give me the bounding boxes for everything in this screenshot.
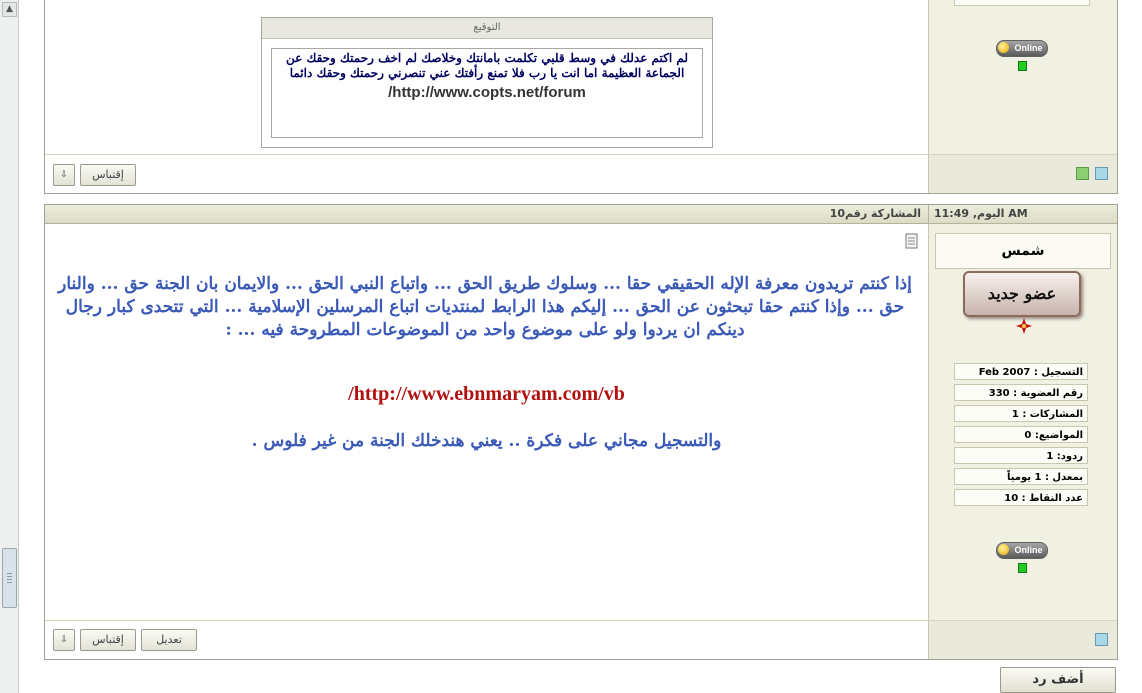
footer-user-area: [928, 621, 1117, 659]
online-dot-icon: [998, 544, 1009, 555]
status-indicator-icon: [1018, 61, 1027, 71]
thumb-grip-line: [7, 576, 12, 577]
signature-body: لم اكتم عدلك في وسط قلبي تكلمت بامانتك و…: [271, 48, 703, 138]
signature-text: لم اكتم عدلك في وسط قلبي تكلمت بامانتك و…: [285, 51, 689, 80]
rank-badge: عضو جديد: [963, 269, 1081, 317]
signature-box: التوقيع لم اكتم عدلك في وسط قلبي تكلمت ب…: [261, 17, 713, 148]
post-footer: ⇩ إقتباس تعديل: [45, 620, 1117, 659]
report-arrow-button[interactable]: ⇩: [53, 164, 75, 186]
thumb-grip-line: [7, 573, 12, 574]
rank-label: عضو جديد: [987, 284, 1057, 303]
vertical-scrollbar[interactable]: ▲: [0, 0, 19, 693]
rank-star-icon: [1016, 318, 1032, 334]
post-footer: ⇩ إقتباس: [45, 154, 1117, 193]
quote-button[interactable]: إقتباس: [80, 629, 136, 651]
post-header: المشاركة رقم10 اليوم, 11:49 AM: [45, 205, 1117, 224]
footer-user-area: [928, 155, 1117, 193]
scrollbar-thumb[interactable]: [2, 548, 17, 608]
post-body-text: إذا كنتم تريدون معرفة الإله الحقيقي حقا …: [58, 274, 912, 340]
online-dot-icon: [998, 42, 1009, 53]
user-stat-box: [954, 0, 1090, 6]
quote-button[interactable]: إقتباس: [80, 164, 136, 186]
online-status-badge: Online: [996, 40, 1048, 57]
stat-replies: ردود: 1: [954, 447, 1088, 464]
rating-icon[interactable]: [1076, 167, 1089, 180]
stat-posts: المشاركات : 1: [954, 405, 1088, 422]
add-reply-button[interactable]: أضف رد: [1000, 667, 1116, 693]
signature-link[interactable]: /http://www.copts.net/forum: [272, 84, 702, 101]
post-document-icon: [905, 233, 918, 249]
post-1: Online التوقيع لم اكتم عدلك في وسط قلبي …: [44, 0, 1118, 194]
stat-topics: المواضيع: 0: [954, 426, 1088, 443]
report-arrow-button[interactable]: ⇩: [53, 629, 75, 651]
online-label: Online: [1014, 43, 1043, 53]
post-2: شمس عضو جديد التسجيل : Feb 2007 رقم العض…: [44, 204, 1118, 660]
online-label: Online: [1014, 545, 1043, 555]
edit-button[interactable]: تعديل: [141, 629, 197, 651]
stat-joined: التسجيل : Feb 2007: [954, 363, 1088, 380]
status-indicator-icon: [1018, 563, 1027, 573]
ip-icon[interactable]: [1095, 167, 1108, 180]
thumb-grip-line: [7, 582, 12, 583]
thumb-grip-line: [7, 579, 12, 580]
stat-daily-rate: بمعدل : 1 يومياً: [954, 468, 1088, 485]
username[interactable]: شمس: [935, 233, 1111, 269]
rank-plate: عضو جديد: [963, 271, 1081, 317]
post-date: اليوم, 11:49 AM: [928, 205, 1117, 223]
scroll-up-arrow-icon[interactable]: ▲: [2, 2, 17, 17]
ip-icon[interactable]: [1095, 633, 1108, 646]
stat-member-id: رقم العضوية : 330: [954, 384, 1088, 401]
stat-points: عدد النقاط : 10: [954, 489, 1088, 506]
post-closing-text: والتسجيل مجاني على فكرة .. يعني هندخلك ا…: [251, 431, 722, 451]
online-status-badge: Online: [996, 542, 1048, 559]
signature-title: التوقيع: [262, 18, 712, 39]
post-link[interactable]: /http://www.ebnmaryam.com/vb: [45, 383, 928, 406]
user-pane: شمس عضو جديد التسجيل : Feb 2007 رقم العض…: [928, 205, 1117, 659]
post-number[interactable]: المشاركة رقم10: [830, 205, 921, 223]
